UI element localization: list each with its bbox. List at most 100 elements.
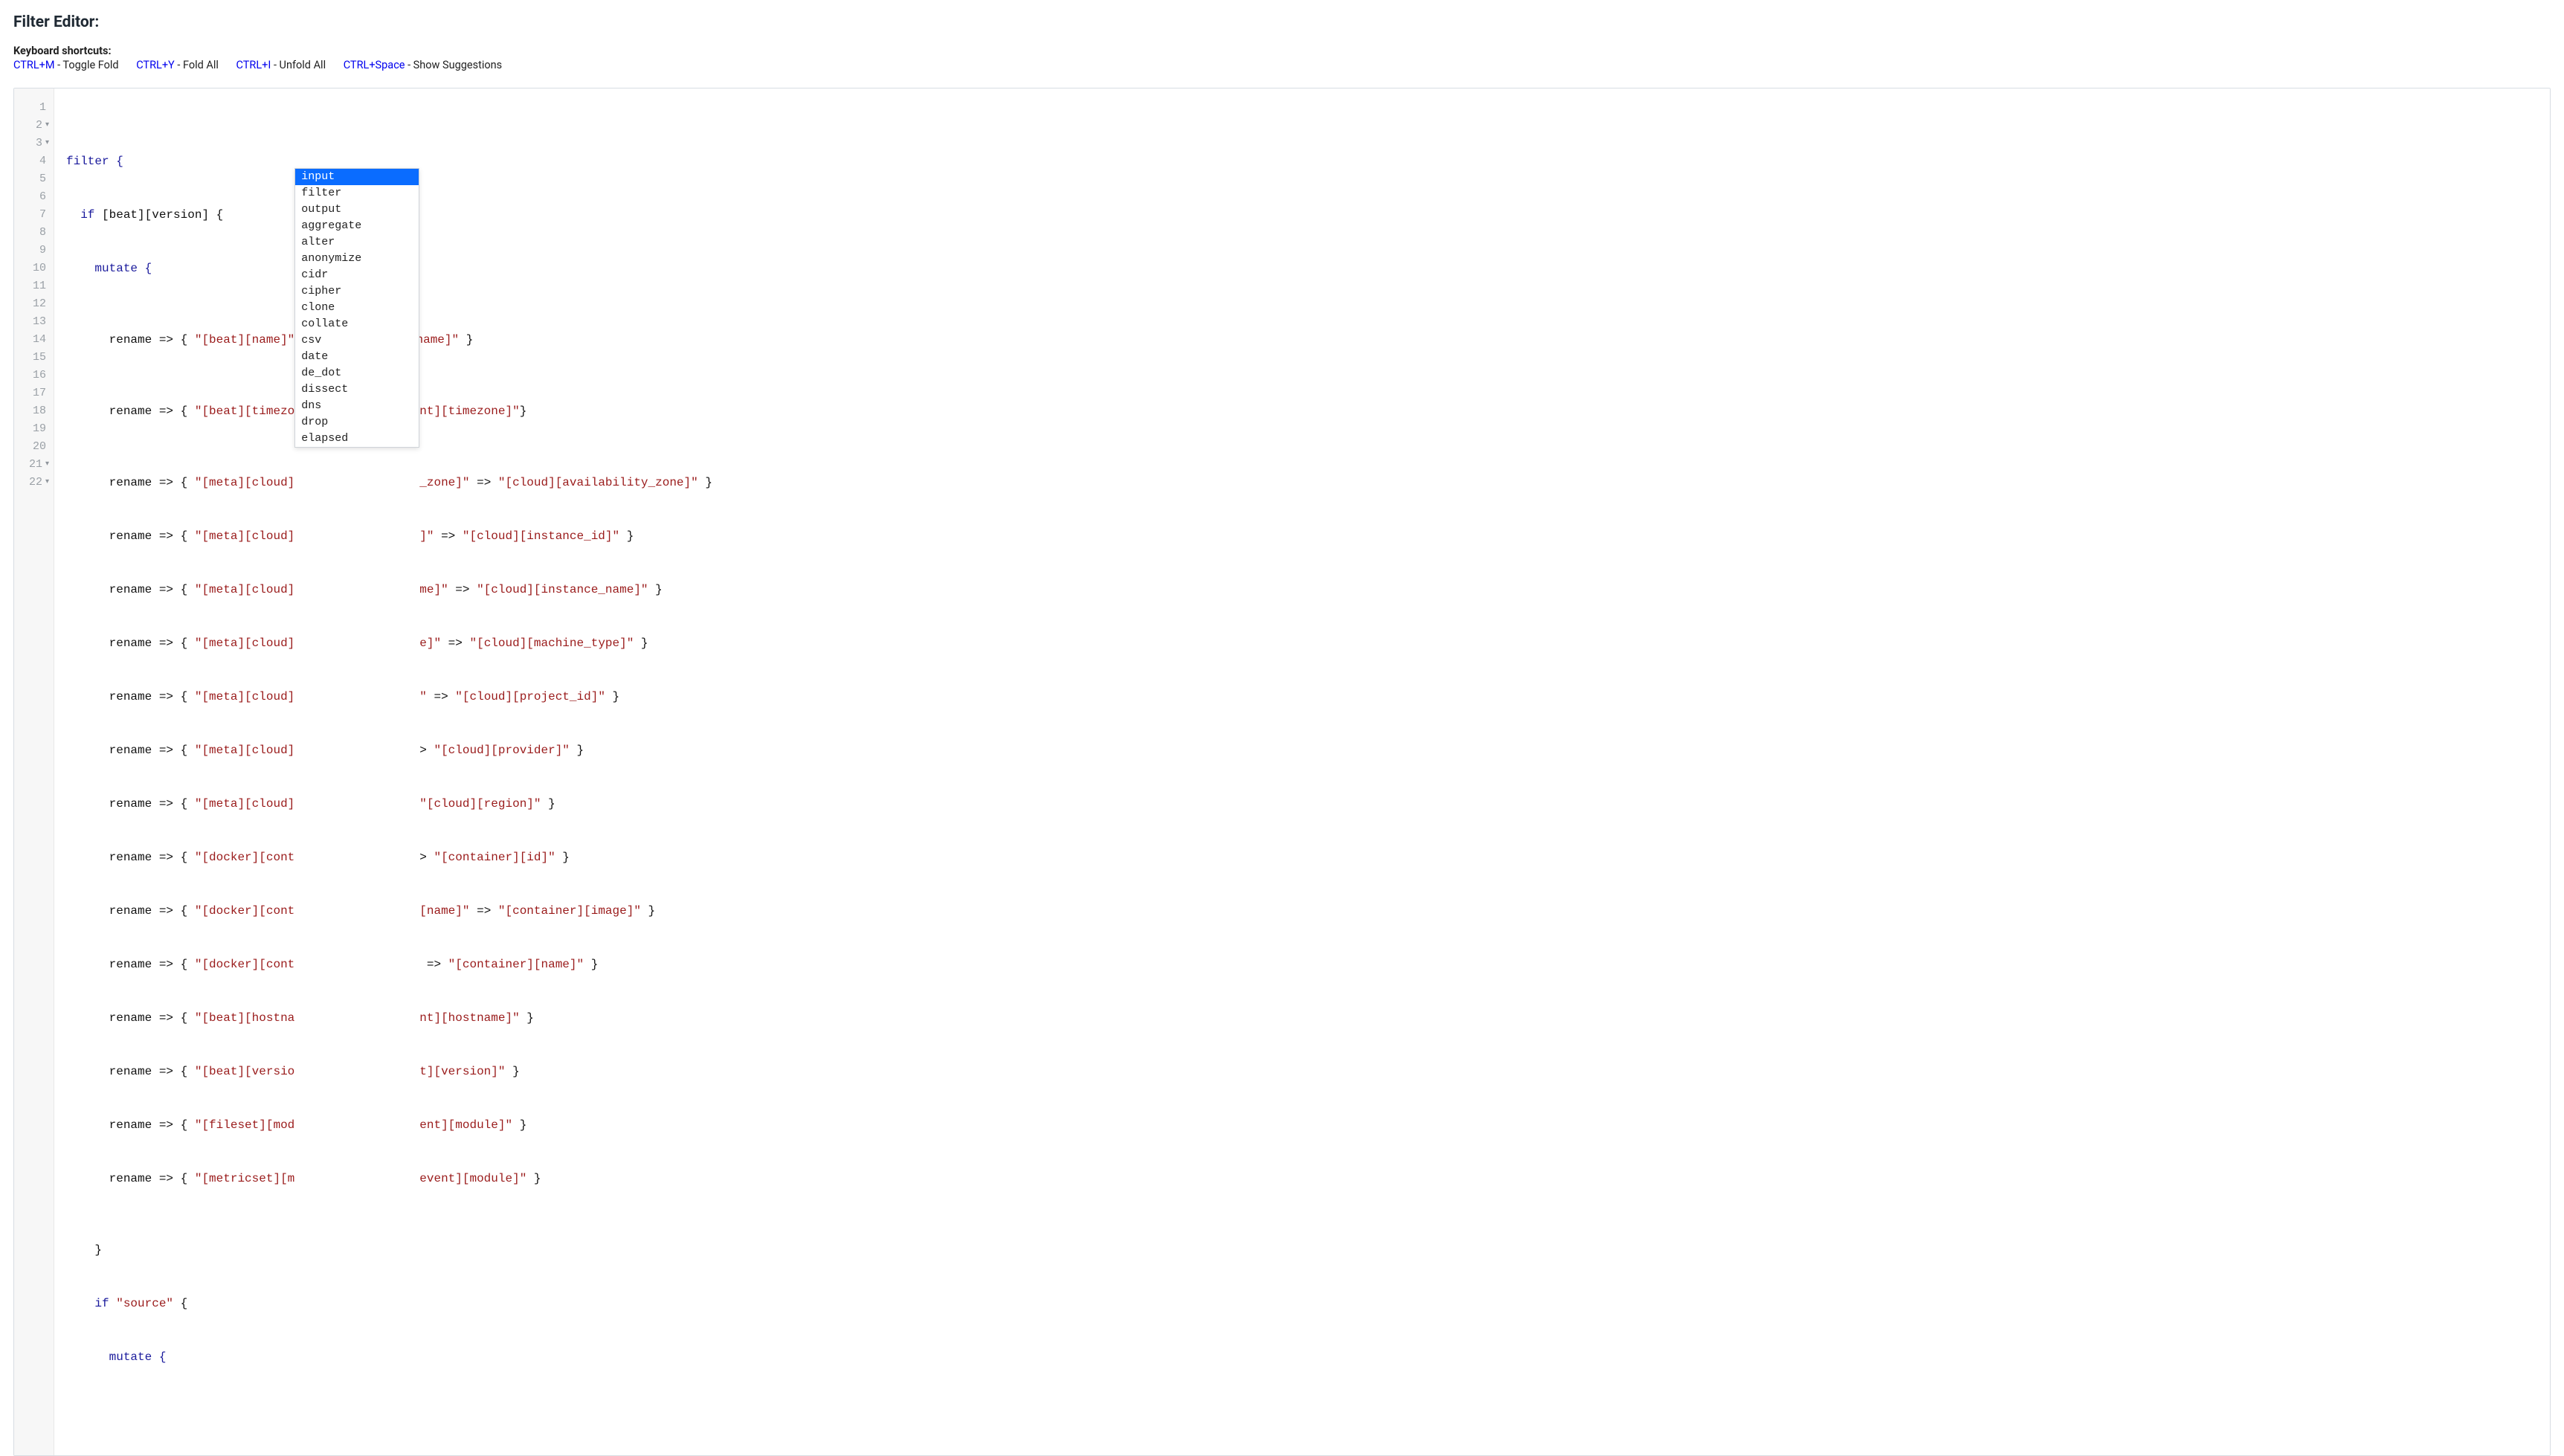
fold-toggle-icon[interactable]: ▾ <box>45 140 49 147</box>
gutter-line: 1 <box>22 99 49 117</box>
line-number: 7 <box>39 206 46 224</box>
line-number: 20 <box>33 438 46 456</box>
code-line: rename => { "[docker][cont> "[container]… <box>66 848 2541 866</box>
autocomplete-option[interactable]: aggregate <box>295 218 419 234</box>
line-number: 16 <box>33 367 46 384</box>
autocomplete-option[interactable]: dns <box>295 398 419 414</box>
shortcut-desc: - Fold All <box>175 59 219 71</box>
autocomplete-option[interactable]: collate <box>295 316 419 332</box>
code-line: rename => { "[meta][cloud]me]" => "[clou… <box>66 581 2541 599</box>
line-number: 18 <box>33 402 46 420</box>
line-number: 8 <box>39 224 46 242</box>
gutter-line: 10 <box>22 260 49 277</box>
autocomplete-option[interactable]: dissect <box>295 381 419 398</box>
editor-code-area[interactable]: filter { if [beat][version] { mutate { r… <box>54 88 2550 1455</box>
code-line: rename => { "[beat][name]" => "[host][ho… <box>66 331 2541 349</box>
code-line: rename => { "[beat][hostnant][hostname]"… <box>66 1009 2541 1027</box>
autocomplete-option[interactable]: csv <box>295 332 419 349</box>
gutter-line: 8 <box>22 224 49 242</box>
gutter-line: 5 <box>22 170 49 188</box>
line-number: 4 <box>39 152 46 170</box>
autocomplete-option[interactable]: drop <box>295 414 419 431</box>
code-line: if [beat][version] { <box>66 206 2541 224</box>
gutter-line: 19 <box>22 420 49 438</box>
line-number: 10 <box>33 260 46 277</box>
shortcut-key: CTRL+Space <box>344 59 405 71</box>
autocomplete-option[interactable]: output <box>295 202 419 218</box>
code-line: if "source" { <box>66 1295 2541 1312</box>
shortcut-fold-all: CTRL+Y - Fold All <box>136 59 219 71</box>
code-line: rename => { "[meta][cloud]]" => "[cloud]… <box>66 527 2541 545</box>
fold-toggle-icon[interactable]: ▾ <box>45 461 49 468</box>
line-number: 13 <box>33 313 46 331</box>
code-line: } <box>66 1241 2541 1259</box>
shortcuts-row: CTRL+M - Toggle Fold CTRL+Y - Fold All C… <box>13 59 2551 71</box>
code-editor[interactable]: 12▾3▾456789101112131415161718192021▾22▾ … <box>14 88 2550 1455</box>
gutter-line: 9 <box>22 242 49 260</box>
gutter-line: 6 <box>22 188 49 206</box>
line-number: 2 <box>36 117 42 135</box>
editor-gutter: 12▾3▾456789101112131415161718192021▾22▾ <box>14 88 54 1455</box>
code-line: rename => { "[meta][cloud]_zone]" => "[c… <box>66 474 2541 492</box>
gutter-line: 3▾ <box>22 135 49 152</box>
gutter-line: 15 <box>22 349 49 367</box>
gutter-line: 12 <box>22 295 49 313</box>
autocomplete-option[interactable]: cidr <box>295 267 419 283</box>
shortcut-key: CTRL+Y <box>136 59 175 71</box>
autocomplete-option[interactable]: anonymize <box>295 251 419 267</box>
gutter-line: 16 <box>22 367 49 384</box>
fold-toggle-icon[interactable]: ▾ <box>45 479 49 486</box>
autocomplete-option[interactable]: clone <box>295 300 419 316</box>
shortcut-suggestions: CTRL+Space - Show Suggestions <box>344 59 502 71</box>
code-line: mutate { <box>66 260 2541 277</box>
code-line: rename => { "[meta][cloud]" => "[cloud][… <box>66 688 2541 706</box>
gutter-line: 13 <box>22 313 49 331</box>
code-line: rename => { "[meta][cloud]e]" => "[cloud… <box>66 634 2541 652</box>
autocomplete-option[interactable]: cipher <box>295 283 419 300</box>
shortcuts-label: Keyboard shortcuts: <box>13 45 2551 57</box>
code-line: mutate { <box>66 1348 2541 1366</box>
autocomplete-option[interactable]: elapsed <box>295 431 419 447</box>
line-number: 22 <box>29 474 42 492</box>
shortcut-desc: - Unfold All <box>271 59 326 71</box>
gutter-line: 14 <box>22 331 49 349</box>
code-line: rename => { "[docker][cont[name]" => "[c… <box>66 902 2541 920</box>
code-line: rename => { "[docker][cont => "[containe… <box>66 956 2541 973</box>
line-number: 15 <box>33 349 46 367</box>
gutter-line: 11 <box>22 277 49 295</box>
shortcut-desc: - Toggle Fold <box>55 59 119 71</box>
fold-toggle-icon[interactable]: ▾ <box>45 122 49 129</box>
line-number: 9 <box>39 242 46 260</box>
autocomplete-option[interactable]: de_dot <box>295 365 419 381</box>
line-number: 17 <box>33 384 46 402</box>
code-line: rename => { "[metricset][mevent][module]… <box>66 1170 2541 1188</box>
autocomplete-option[interactable]: filter <box>295 185 419 202</box>
code-line: rename => { "[beat][versiot][version]" } <box>66 1063 2541 1080</box>
code-line: rename => { "[fileset][modent][module]" … <box>66 1116 2541 1134</box>
gutter-line: 4 <box>22 152 49 170</box>
line-number: 6 <box>39 188 46 206</box>
code-line: filter { <box>66 152 2541 170</box>
autocomplete-option[interactable]: input <box>295 169 419 185</box>
page-title: Filter Editor: <box>13 13 2551 31</box>
gutter-line: 2▾ <box>22 117 49 135</box>
shortcut-desc: - Show Suggestions <box>405 59 502 71</box>
gutter-line: 7 <box>22 206 49 224</box>
autocomplete-popup[interactable]: inputfilteroutputaggregatealteranonymize… <box>294 168 419 448</box>
shortcut-unfold-all: CTRL+I - Unfold All <box>236 59 326 71</box>
line-number: 19 <box>33 420 46 438</box>
line-number: 11 <box>33 277 46 295</box>
shortcut-key: CTRL+M <box>13 59 55 71</box>
line-number: 1 <box>39 99 46 117</box>
line-number: 5 <box>39 170 46 188</box>
autocomplete-option[interactable]: date <box>295 349 419 365</box>
gutter-line: 18 <box>22 402 49 420</box>
gutter-line: 21▾ <box>22 456 49 474</box>
autocomplete-option[interactable]: alter <box>295 234 419 251</box>
gutter-line: 17 <box>22 384 49 402</box>
gutter-line: 22▾ <box>22 474 49 492</box>
line-number: 21 <box>29 456 42 474</box>
code-line: rename => { "[meta][cloud]"[cloud][regio… <box>66 795 2541 813</box>
line-number: 12 <box>33 295 46 313</box>
line-number: 3 <box>36 135 42 152</box>
